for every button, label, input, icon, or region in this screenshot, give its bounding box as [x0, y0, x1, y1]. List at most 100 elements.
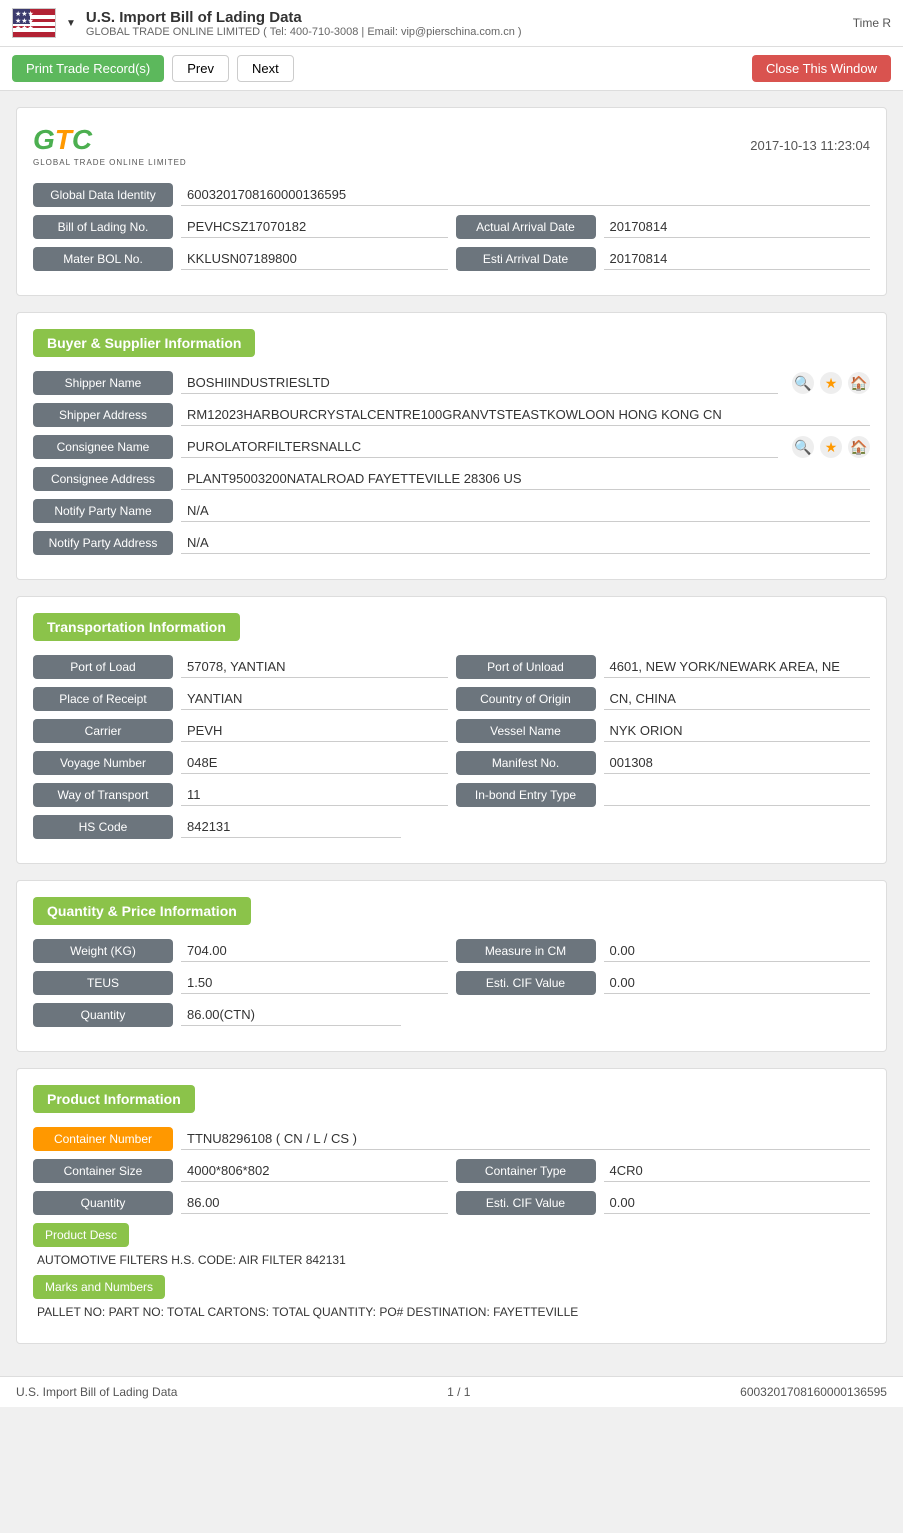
transportation-header: Transportation Information [33, 613, 870, 655]
product-quantity-label: Quantity [33, 1191, 173, 1215]
container-type-label: Container Type [456, 1159, 596, 1183]
product-desc-button[interactable]: Product Desc [33, 1223, 129, 1247]
product-esti-cif-value: 0.00 [604, 1192, 871, 1214]
shipper-star-icon[interactable]: ★ [820, 372, 842, 394]
mater-bol-value: KKLUSN07189800 [181, 248, 448, 270]
consignee-star-icon[interactable]: ★ [820, 436, 842, 458]
receipt-origin-row: Place of Receipt YANTIAN Country of Orig… [33, 687, 870, 711]
footer: U.S. Import Bill of Lading Data 1 / 1 60… [0, 1376, 903, 1407]
main-content: G T C GLOBAL TRADE ONLINE LIMITED 2017-1… [0, 91, 903, 1376]
quantity-label: Quantity [33, 1003, 173, 1027]
inbond-entry-label: In-bond Entry Type [456, 783, 596, 807]
esti-cif-label: Esti. CIF Value [456, 971, 596, 995]
container-size-type-row: Container Size 4000*806*802 Container Ty… [33, 1159, 870, 1183]
buyer-supplier-section-label: Buyer & Supplier Information [33, 329, 255, 357]
footer-right: 6003201708160000136595 [740, 1385, 887, 1399]
hs-code-row: HS Code 842131 [33, 815, 870, 839]
consignee-name-label: Consignee Name [33, 435, 173, 459]
notify-party-name-row: Notify Party Name N/A [33, 499, 870, 523]
footer-left: U.S. Import Bill of Lading Data [16, 1385, 177, 1399]
quantity-price-section-label: Quantity & Price Information [33, 897, 251, 925]
prev-button[interactable]: Prev [172, 55, 229, 82]
global-data-identity-row: Global Data Identity 6003201708160000136… [33, 183, 870, 207]
country-of-origin-pair: Country of Origin CN, CHINA [456, 687, 871, 711]
voyage-pair: Voyage Number 048E [33, 751, 448, 775]
shipper-name-label: Shipper Name [33, 371, 173, 395]
carrier-pair: Carrier PEVH [33, 719, 448, 743]
next-button[interactable]: Next [237, 55, 294, 82]
way-of-transport-pair: Way of Transport 11 [33, 783, 448, 807]
teus-value: 1.50 [181, 972, 448, 994]
footer-center: 1 / 1 [447, 1385, 470, 1399]
country-of-origin-label: Country of Origin [456, 687, 596, 711]
product-esti-cif-label: Esti. CIF Value [456, 1191, 596, 1215]
mater-bol-pair: Mater BOL No. KKLUSN07189800 [33, 247, 448, 271]
esti-arrival-label: Esti Arrival Date [456, 247, 596, 271]
hs-code-label: HS Code [33, 815, 173, 839]
print-button[interactable]: Print Trade Record(s) [12, 55, 164, 82]
consignee-home-icon[interactable]: 🏠 [848, 436, 870, 458]
voyage-number-label: Voyage Number [33, 751, 173, 775]
product-information-card: Product Information Container Number TTN… [16, 1068, 887, 1344]
shipper-address-label: Shipper Address [33, 403, 173, 427]
esti-arrival-pair: Esti Arrival Date 20170814 [456, 247, 871, 271]
dropdown-arrow[interactable]: ▼ [66, 18, 76, 29]
shipper-address-value: RM12023HARBOURCRYSTALCENTRE100GRANVTSTEA… [181, 404, 870, 426]
toolbar: Print Trade Record(s) Prev Next Close Th… [0, 47, 903, 91]
bol-arrival-row: Bill of Lading No. PEVHCSZ17070182 Actua… [33, 215, 870, 239]
bol-label: Bill of Lading No. [33, 215, 173, 239]
measure-value: 0.00 [604, 940, 871, 962]
measure-label: Measure in CM [456, 939, 596, 963]
voyage-number-value: 048E [181, 752, 448, 774]
marks-and-numbers-button[interactable]: Marks and Numbers [33, 1275, 165, 1299]
quantity-row: Quantity 86.00(CTN) [33, 1003, 870, 1027]
container-size-value: 4000*806*802 [181, 1160, 448, 1182]
shipper-home-icon[interactable]: 🏠 [848, 372, 870, 394]
shipper-search-icon[interactable]: 🔍 [792, 372, 814, 394]
consignee-address-row: Consignee Address PLANT95003200NATALROAD… [33, 467, 870, 491]
bol-value: PEVHCSZ17070182 [181, 216, 448, 238]
way-inbond-row: Way of Transport 11 In-bond Entry Type [33, 783, 870, 807]
place-of-receipt-pair: Place of Receipt YANTIAN [33, 687, 448, 711]
close-window-button[interactable]: Close This Window [752, 55, 891, 82]
transportation-section-label: Transportation Information [33, 613, 240, 641]
container-number-label: Container Number [33, 1127, 173, 1151]
notify-party-address-row: Notify Party Address N/A [33, 531, 870, 555]
buyer-supplier-card: Buyer & Supplier Information Shipper Nam… [16, 312, 887, 580]
logo-datetime: 2017-10-13 11:23:04 [750, 138, 870, 153]
product-information-header: Product Information [33, 1085, 870, 1127]
weight-label: Weight (KG) [33, 939, 173, 963]
vessel-name-pair: Vessel Name NYK ORION [456, 719, 871, 743]
product-quantity-value: 86.00 [181, 1192, 448, 1214]
logo-subtitle: GLOBAL TRADE ONLINE LIMITED [33, 158, 187, 167]
way-of-transport-label: Way of Transport [33, 783, 173, 807]
measure-pair: Measure in CM 0.00 [456, 939, 871, 963]
carrier-value: PEVH [181, 720, 448, 742]
esti-arrival-value: 20170814 [604, 248, 871, 270]
transportation-card: Transportation Information Port of Load … [16, 596, 887, 864]
container-type-pair: Container Type 4CR0 [456, 1159, 871, 1183]
teus-pair: TEUS 1.50 [33, 971, 448, 995]
time-label: Time R [853, 16, 891, 30]
container-size-pair: Container Size 4000*806*802 [33, 1159, 448, 1183]
actual-arrival-pair: Actual Arrival Date 20170814 [456, 215, 871, 239]
port-of-load-pair: Port of Load 57078, YANTIAN [33, 655, 448, 679]
port-of-load-value: 57078, YANTIAN [181, 656, 448, 678]
inbond-entry-pair: In-bond Entry Type [456, 783, 871, 807]
product-quantity-pair: Quantity 86.00 [33, 1191, 448, 1215]
marks-and-numbers-text: PALLET NO: PART NO: TOTAL CARTONS: TOTAL… [33, 1305, 870, 1319]
app-info: U.S. Import Bill of Lading Data GLOBAL T… [86, 9, 522, 38]
consignee-name-value: PUROLATORFILTERSNALLC [181, 436, 778, 458]
logo-gto: G T C [33, 124, 92, 156]
port-of-load-label: Port of Load [33, 655, 173, 679]
manifest-no-label: Manifest No. [456, 751, 596, 775]
consignee-search-icon[interactable]: 🔍 [792, 436, 814, 458]
shipper-name-value: BOSHIINDUSTRIESLTD [181, 372, 778, 394]
vessel-name-value: NYK ORION [604, 720, 871, 742]
hs-code-value: 842131 [181, 816, 401, 838]
manifest-no-value: 001308 [604, 752, 871, 774]
logo: G T C GLOBAL TRADE ONLINE LIMITED [33, 124, 187, 167]
esti-cif-pair: Esti. CIF Value 0.00 [456, 971, 871, 995]
voyage-manifest-row: Voyage Number 048E Manifest No. 001308 [33, 751, 870, 775]
inbond-entry-value [604, 784, 871, 806]
